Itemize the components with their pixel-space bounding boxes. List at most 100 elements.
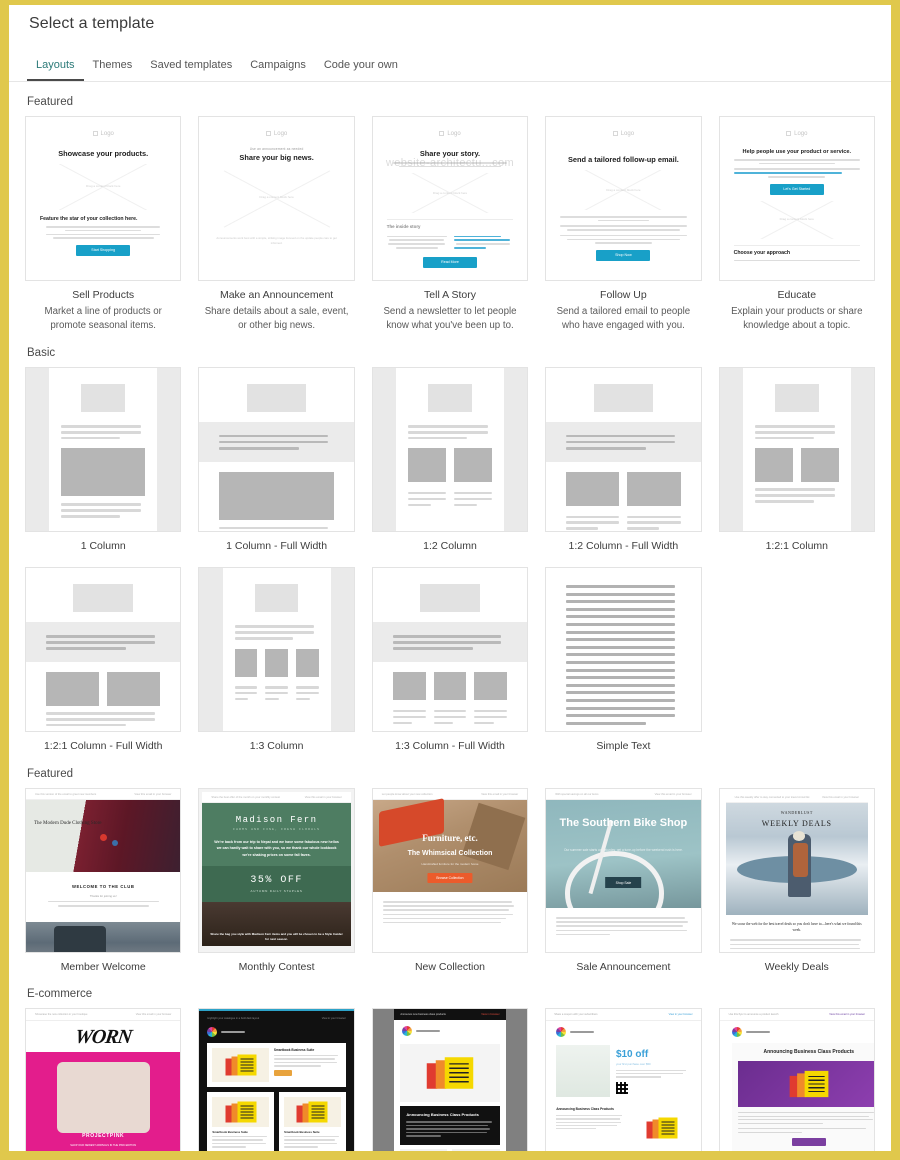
color-burst-logo-icon — [207, 1026, 218, 1037]
template-thumbnail-1-column[interactable] — [25, 367, 182, 533]
template-thumbnail-1-3-column-full-width[interactable] — [371, 567, 529, 733]
template-thumbnail-contrast[interactable]: Announce new business class products Vie… — [371, 1007, 529, 1151]
preview-brand-row — [207, 1025, 345, 1043]
preview-product-section: Announcing Business Class Products — [546, 1103, 700, 1151]
preview-image-caption: Share the bag you style with Madison Fer… — [210, 931, 343, 941]
template-card-cutout[interactable]: Share a coupon with your subscribers Vie… — [545, 1007, 702, 1151]
template-card-1-2-1-column[interactable]: 1:2:1 Column — [718, 367, 875, 553]
preview-offer: $10 off — [615, 1048, 649, 1060]
template-card-1-3-column-full-width[interactable]: 1:3 Column - Full Width — [371, 567, 529, 753]
template-thumbnail-new-collection[interactable]: Let people know about your new collectio… — [371, 787, 529, 953]
preview-preheader: With special savings on all our items Vi… — [546, 789, 701, 800]
template-thumbnail-1-3-column[interactable] — [198, 567, 355, 733]
template-card-new-collection[interactable]: Let people know about your new collectio… — [371, 787, 529, 974]
template-card-1-2-column-full-width[interactable]: 1:2 Column - Full Width — [545, 367, 702, 553]
preview-cta-button: Read More — [422, 256, 477, 268]
template-card-empty-slot — [719, 567, 875, 753]
tab-themes[interactable]: Themes — [84, 55, 142, 81]
color-burst-logo-icon — [731, 1026, 742, 1037]
template-card-follow-up[interactable]: Logo Send a tailored follow-up email. Dr… — [545, 116, 702, 333]
template-card-flyer[interactable]: Use this flyer to announce a product lau… — [718, 1007, 875, 1151]
preview-preheader: Use this version of the email to greet n… — [26, 789, 181, 800]
template-name: Weekly Deals — [764, 960, 829, 973]
template-thumbnail-color-box[interactable]: Highlight your catalogue in a bold dark … — [198, 1007, 355, 1151]
preview-offer-sub: AUTUMN DAILY STAPLES — [250, 889, 303, 894]
template-thumbnail-sale-announcement[interactable]: With special savings on all our items Vi… — [545, 787, 702, 953]
template-card-1-2-1-column-full-width[interactable]: 1:2:1 Column - Full Width — [25, 567, 182, 753]
template-thumbnail-weekly-deals[interactable]: Use this weekly offer to stay connected … — [718, 787, 875, 953]
preview-product-card: Smartbook Business Suite — [279, 1091, 346, 1151]
template-thumbnail-1-2-column[interactable] — [371, 367, 529, 533]
template-name: Sale Announcement — [576, 960, 671, 973]
template-thumbnail-educate[interactable]: Logo Help people use your product or ser… — [718, 116, 875, 281]
template-card-sale-announcement[interactable]: With special savings on all our items Vi… — [545, 787, 702, 974]
template-thumbnail-tell-a-story[interactable]: Logo Share your story. Drag a content bl… — [371, 116, 529, 281]
template-card-simple-text[interactable]: Simple Text — [545, 567, 702, 753]
preview-hero-image: The Modern Dude Clothing Store — [26, 799, 181, 872]
preview-headline: Share your story. — [419, 149, 481, 158]
preview-image-placeholder: Drag a content block here — [40, 164, 166, 210]
preview-brand: The Modern Dude Clothing Store — [34, 820, 102, 826]
preview-headline: Furniture, etc. — [422, 832, 478, 843]
preview-hero: WANDERLUST WEEKLY DEALS — [725, 802, 868, 915]
template-card-boutique[interactable]: Showcase the new collection in your bout… — [25, 1007, 182, 1151]
preview-image-placeholder: Drag a content block here — [213, 168, 339, 230]
preview-offer: 35% OFF — [250, 875, 303, 887]
template-thumbnail-cutout[interactable]: Share a coupon with your subscribers Vie… — [545, 1007, 702, 1151]
template-card-educate[interactable]: Logo Help people use your product or ser… — [718, 116, 875, 333]
preview-hero: Madison Fern FARMS AND FINE, FRESH FLORA… — [202, 802, 351, 903]
template-card-contrast[interactable]: Announce new business class products Vie… — [371, 1007, 529, 1151]
preview-headline: The Southern Bike Shop — [559, 816, 688, 829]
preview-subhead: The Whimsical Collection — [407, 850, 493, 858]
template-card-member-welcome[interactable]: Use this version of the email to greet n… — [25, 787, 182, 974]
template-grid-basic-row1: 1 Column 1 Column - Full Width 1:2 Colum… — [9, 367, 891, 553]
preview-logo: Logo — [560, 125, 686, 147]
tab-saved-templates[interactable]: Saved templates — [141, 55, 241, 81]
template-card-1-3-column[interactable]: 1:3 Column — [198, 567, 355, 753]
page-title: Select a template — [29, 15, 155, 32]
template-card-1-column-full-width[interactable]: 1 Column - Full Width — [198, 367, 355, 553]
preview-cta-button — [791, 1138, 826, 1147]
preview-product-card: Smartbook Business Suite — [207, 1091, 275, 1151]
template-card-monthly-contest[interactable]: Share the best offer of the month on you… — [198, 787, 355, 974]
preview-headline: Send a tailored follow-up email. — [567, 155, 679, 164]
template-card-sell-products[interactable]: Logo Showcase your products. Drag a cont… — [25, 116, 182, 333]
template-card-weekly-deals[interactable]: Use this weekly offer to stay connected … — [718, 787, 875, 974]
tab-code-your-own[interactable]: Code your own — [315, 55, 407, 81]
preview-brand: WORN — [73, 1025, 133, 1048]
preview-product-image — [400, 1043, 500, 1102]
template-card-1-2-column[interactable]: 1:2 Column — [371, 367, 529, 553]
template-thumbnail-1-2-1-column[interactable] — [718, 367, 875, 533]
preview-preheader: Showcase the new collection in your bout… — [26, 1009, 181, 1021]
template-thumbnail-monthly-contest[interactable]: Share the best offer of the month on you… — [198, 787, 355, 953]
preview-product-title: Smartbook Business Suite — [273, 1047, 315, 1052]
template-card-tell-a-story[interactable]: Logo Share your story. Drag a content bl… — [371, 116, 529, 333]
template-thumbnail-1-column-full-width[interactable] — [198, 367, 355, 533]
template-thumbnail-flyer[interactable]: Use this flyer to announce a product lau… — [718, 1007, 875, 1151]
preview-sub: Our summer sale starts on Saturday, get … — [563, 848, 683, 853]
preview-preheader: Share a coupon with your subscribers Vie… — [546, 1009, 701, 1021]
section-title-featured-designs: Featured — [27, 767, 74, 780]
template-card-color-box[interactable]: Highlight your catalogue in a bold dark … — [198, 1007, 355, 1151]
template-name: Follow Up — [600, 289, 647, 301]
preview-subhead: Choose your approach — [733, 249, 791, 256]
template-thumbnail-simple-text[interactable] — [545, 567, 702, 733]
template-name: Educate — [777, 289, 817, 301]
template-thumbnail-boutique[interactable]: Showcase the new collection in your bout… — [25, 1007, 182, 1151]
preview-hero: Furniture, etc. The Whimsical Collection… — [372, 798, 528, 892]
template-thumbnail-1-2-column-full-width[interactable] — [545, 367, 702, 533]
tab-campaigns[interactable]: Campaigns — [241, 55, 315, 81]
template-name: 1:2 Column — [423, 540, 477, 553]
template-name: Tell A Story — [424, 289, 476, 301]
template-card-1-column[interactable]: 1 Column — [25, 367, 182, 553]
template-name: Simple Text — [596, 740, 651, 753]
template-thumbnail-follow-up[interactable]: Logo Send a tailored follow-up email. Dr… — [545, 116, 702, 281]
template-thumbnail-member-welcome[interactable]: Use this version of the email to greet n… — [25, 787, 182, 953]
template-name: Monthly Contest — [238, 960, 315, 973]
template-name: 1:2:1 Column — [765, 540, 829, 553]
template-card-make-an-announcement[interactable]: Logo Use an announcement as needed Share… — [198, 116, 355, 333]
tab-layouts[interactable]: Layouts — [27, 55, 84, 81]
template-thumbnail-make-an-announcement[interactable]: Logo Use an announcement as needed Share… — [198, 116, 355, 281]
template-thumbnail-1-2-1-column-full-width[interactable] — [25, 567, 182, 733]
template-thumbnail-sell-products[interactable]: Logo Showcase your products. Drag a cont… — [25, 116, 182, 281]
